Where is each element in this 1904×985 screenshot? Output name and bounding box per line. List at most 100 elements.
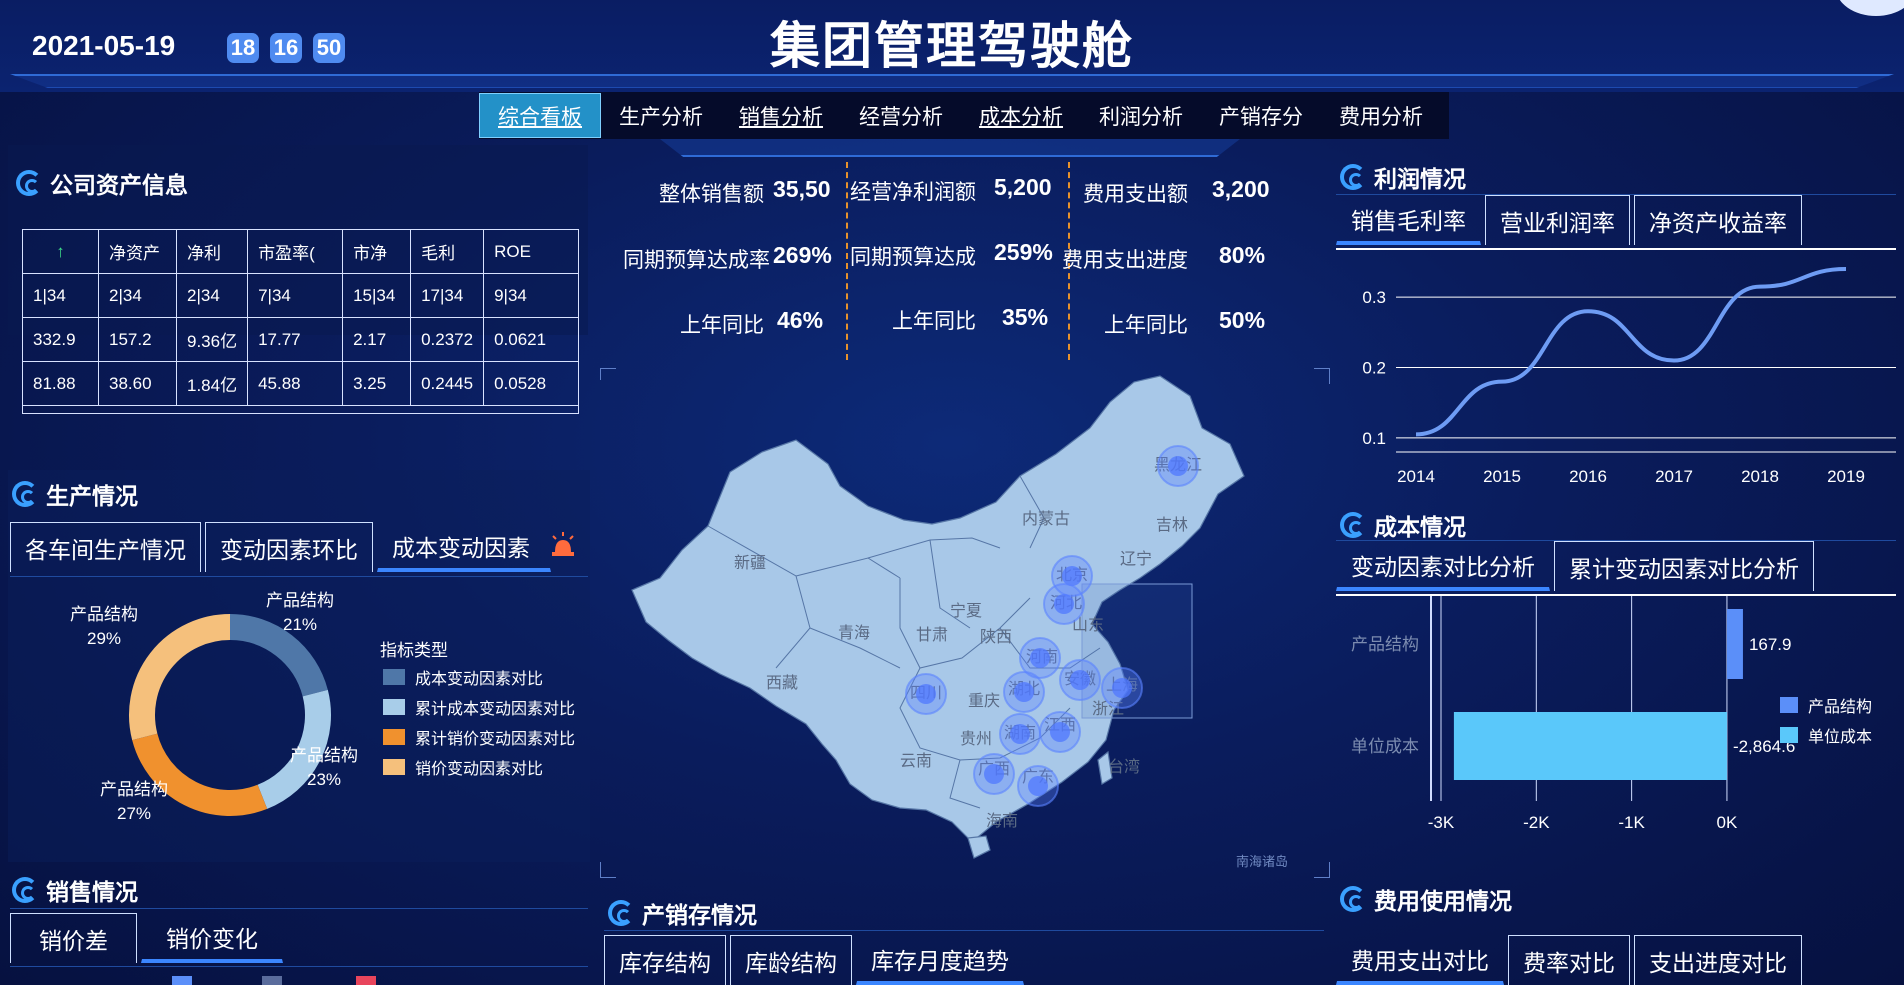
cost-section-header: 成本情况 (1340, 508, 1466, 542)
main-nav: 综合看板 生产分析 销售分析 经营分析 成本分析 利润分析 产销存分 费用分析 (479, 92, 1449, 139)
province-label[interactable]: 新疆 (734, 554, 766, 572)
province-label[interactable]: 重庆 (968, 692, 1000, 710)
province-label[interactable]: 宁夏 (950, 602, 982, 620)
table-cell: 9|34 (483, 273, 580, 318)
x-tick-label: -3K (1428, 813, 1455, 832)
x-tick-label: -1K (1618, 813, 1645, 832)
tab-price-change[interactable]: 销价变化 (141, 913, 283, 963)
table-cell: 2|34 (98, 273, 177, 318)
profit-tabs: 销售毛利率 营业利润率 净资产收益率 (1336, 195, 1802, 245)
map-bubble-core (1030, 648, 1050, 668)
x-tick-label: 2015 (1483, 467, 1521, 486)
map-bubble-core (1168, 456, 1188, 476)
tab-roe[interactable]: 净资产收益率 (1634, 195, 1802, 245)
map-bubble-core (1070, 670, 1090, 690)
kpi-total-sales-label: 整体销售额 (659, 183, 764, 206)
expense-section-title: 费用使用情况 (1374, 888, 1512, 914)
kpi-expense-progress-value: 80% (1219, 242, 1266, 268)
kpi-yoy-label: 上年同比 (892, 310, 976, 333)
province-label[interactable]: 青海 (838, 624, 870, 642)
tab-inventory-trend[interactable]: 库存月度趋势 (856, 935, 1024, 985)
sales-section-title: 销售情况 (46, 879, 138, 905)
legend-swatch (383, 699, 405, 715)
legend-swatch (1780, 697, 1798, 713)
production-section-title: 生产情况 (46, 483, 138, 509)
nav-tab-operation[interactable]: 经营分析 (841, 93, 961, 138)
nav-tab-cost[interactable]: 成本分析 (961, 93, 1081, 138)
bar[interactable] (1453, 712, 1727, 780)
y-tick-label: 0.3 (1362, 288, 1386, 307)
legend-item[interactable]: 单位成本 (1780, 720, 1872, 750)
kpi-net-profit-value: 5,200 (994, 174, 1052, 200)
kpi-expense-progress-label: 费用支出进度 (1062, 249, 1188, 272)
kpi-expense-label: 费用支出额 (1083, 183, 1188, 206)
table-row (21, 405, 580, 414)
sales-tabs: 销价差 销价变化 (10, 913, 283, 963)
table-header-cell: 净资产 (98, 229, 177, 274)
tab-workshop-production[interactable]: 各车间生产情况 (10, 522, 201, 572)
expense-tabs: 费用支出对比 费率对比 支出进度对比 (1336, 935, 1802, 985)
legend-item[interactable]: 累计成本变动因素对比 (383, 692, 575, 722)
table-cell: 0.0621 (483, 317, 580, 362)
bar[interactable] (1726, 609, 1743, 679)
y-tick-label: 产品结构 (1351, 635, 1419, 654)
cost-tabs: 变动因素对比分析 累计变动因素对比分析 (1336, 541, 1814, 591)
legend-item[interactable]: 销价变动因素对比 (383, 752, 575, 782)
sort-arrow-icon[interactable]: ↑ (22, 229, 99, 274)
legend-item[interactable]: 累计销价变动因素对比 (383, 722, 575, 752)
cost-section-title: 成本情况 (1374, 514, 1466, 540)
nav-tab-expense[interactable]: 费用分析 (1321, 93, 1441, 138)
x-tick-label: 2016 (1569, 467, 1607, 486)
tab-price-diff[interactable]: 销价差 (10, 913, 137, 963)
tab-progress-compare[interactable]: 支出进度对比 (1634, 935, 1802, 985)
production-section-header: 生产情况 (12, 477, 138, 511)
tab-inventory-age[interactable]: 库龄结构 (730, 935, 852, 985)
x-tick-label: 2018 (1741, 467, 1779, 486)
legend-item[interactable]: 成本变动因素对比 (383, 662, 575, 692)
nav-tab-profit[interactable]: 利润分析 (1081, 93, 1201, 138)
province-label[interactable]: 贵州 (960, 730, 992, 748)
legend-swatch (383, 759, 405, 775)
table-cell: 17.77 (247, 317, 344, 362)
hainan-shape[interactable] (967, 835, 991, 859)
tab-rate-compare[interactable]: 费率对比 (1508, 935, 1630, 985)
province-label[interactable]: 吉林 (1156, 516, 1188, 534)
nav-tab-overview[interactable]: 综合看板 (479, 93, 601, 138)
nav-tab-inventory[interactable]: 产销存分 (1201, 93, 1321, 138)
province-label[interactable]: 陕西 (980, 628, 1012, 646)
table-cell: 0.2445 (410, 361, 485, 406)
asset-section-header: 公司资产信息 (16, 166, 188, 200)
table-header-row: ↑ 净资产 净利 市盈率( 市净 毛利 ROE (22, 229, 580, 274)
legend-item[interactable]: 产品结构 (1780, 690, 1872, 720)
province-label[interactable]: 甘肃 (916, 626, 948, 644)
y-tick-label: 0.1 (1362, 429, 1386, 448)
tab-gross-margin[interactable]: 销售毛利率 (1336, 195, 1481, 245)
province-label[interactable]: 云南 (900, 752, 932, 770)
kpi-budget-achieve-value: 259% (994, 239, 1053, 265)
tab-factor-mom[interactable]: 变动因素环比 (205, 522, 373, 572)
profit-section-title: 利润情况 (1374, 166, 1466, 192)
asset-table: ↑ 净资产 净利 市盈率( 市净 毛利 ROE 1|34 2|34 2|34 7… (21, 229, 580, 414)
table-cell: 0.2372 (410, 317, 485, 362)
nav-tab-sales[interactable]: 销售分析 (721, 93, 841, 138)
province-label[interactable]: 西藏 (766, 674, 798, 692)
china-map: 黑龙江吉林辽宁内蒙古新疆北京河北山东宁夏青海甘肃陕西西藏河南安徽四川湖北上海重庆… (600, 368, 1330, 878)
tab-factor-compare[interactable]: 变动因素对比分析 (1336, 541, 1550, 591)
province-label[interactable]: 海南 (986, 812, 1018, 830)
divider (10, 966, 588, 967)
table-cell: 3.25 (342, 361, 412, 406)
nav-tab-production[interactable]: 生产分析 (601, 93, 721, 138)
tab-cumulative-factor[interactable]: 累计变动因素对比分析 (1554, 541, 1814, 591)
tab-operating-margin[interactable]: 营业利润率 (1485, 195, 1630, 245)
tab-inventory-structure[interactable]: 库存结构 (604, 935, 726, 985)
tab-expense-compare[interactable]: 费用支出对比 (1336, 935, 1504, 985)
tab-cost-factor[interactable]: 成本变动因素 (377, 522, 551, 572)
province-label[interactable]: 台湾 (1108, 758, 1140, 776)
table-cell: 7|34 (247, 273, 344, 318)
province-label[interactable]: 辽宁 (1120, 550, 1152, 568)
legend-swatch (1780, 727, 1798, 743)
donut-label-27: 产品结构 27% (100, 780, 168, 823)
expense-section-header: 费用使用情况 (1340, 882, 1512, 916)
province-label[interactable]: 内蒙古 (1022, 510, 1070, 528)
donut-slice[interactable]: 销价变动因素对比 (129, 614, 231, 741)
